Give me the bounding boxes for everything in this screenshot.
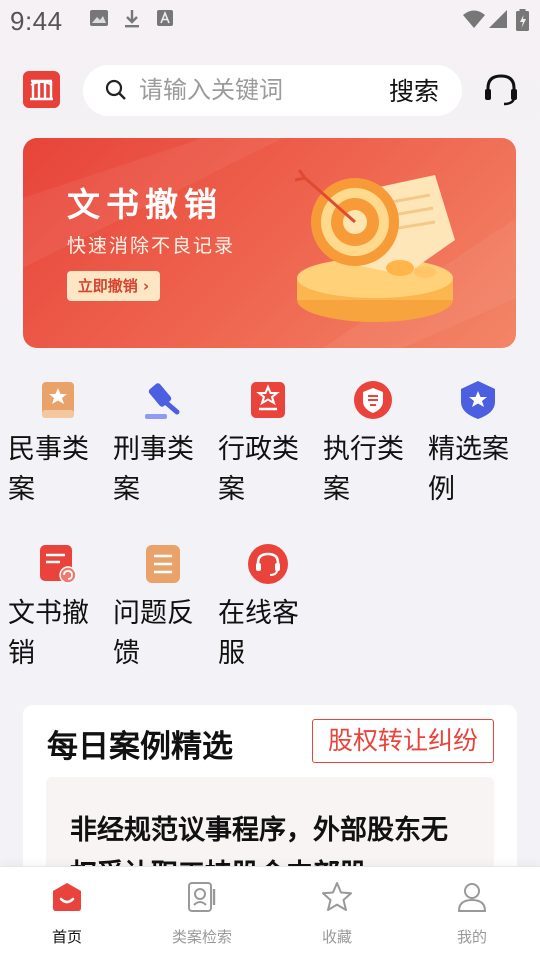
category-label: 文书撤销	[8, 598, 89, 669]
category-label: 执行类案	[323, 434, 404, 505]
category-label: 精选案例	[428, 434, 509, 505]
daily-cases-title: 每日案例精选	[47, 729, 233, 765]
category-label: 刑事类案	[113, 434, 194, 505]
bottom-navigation: 首页 类案检索 收藏 我的	[0, 866, 540, 960]
law-shield-icon	[354, 381, 392, 419]
gavel-icon	[145, 383, 180, 419]
document-revoke-icon	[40, 545, 77, 584]
search-input[interactable]	[139, 73, 369, 107]
headset-icon	[248, 544, 288, 584]
customer-service-icon[interactable]	[482, 71, 520, 109]
search-icon	[105, 79, 126, 100]
star-icon	[322, 882, 352, 911]
banner-title: 文书撤销	[67, 185, 223, 224]
category-label: 行政类案	[218, 434, 299, 505]
banner-subtitle: 快速消除不良记录	[67, 235, 236, 257]
download-notification-icon	[125, 10, 139, 28]
nav-home-label: 首页	[51, 928, 82, 946]
case-type-tag[interactable]: 股权转让纠纷	[312, 719, 494, 763]
app-logo	[23, 71, 60, 108]
app-notification-icon	[157, 10, 173, 26]
category-label: 在线客服	[218, 598, 299, 669]
user-icon	[457, 883, 487, 912]
gallery-notification-icon	[90, 10, 108, 26]
battery-icon	[516, 9, 529, 31]
feedback-list-icon	[146, 545, 180, 583]
star-shield-icon	[461, 381, 495, 419]
case-search-icon	[188, 882, 216, 912]
target-illustration-icon	[294, 169, 455, 322]
status-time: 9:44	[10, 6, 63, 36]
wifi-icon	[463, 10, 485, 28]
signal-icon	[489, 10, 507, 28]
status-bar: 9:44	[0, 0, 540, 44]
civil-book-icon	[42, 382, 74, 418]
promo-banner[interactable]: 文书撤销 快速消除不良记录 立即撤销 ›	[23, 138, 516, 348]
nav-mine[interactable]: 我的	[412, 867, 532, 960]
category-label: 问题反馈	[113, 598, 194, 669]
nav-favorites[interactable]: 收藏	[277, 867, 397, 960]
revoke-now-button[interactable]: 立即撤销 ›	[67, 271, 160, 301]
admin-badge-icon	[251, 382, 285, 418]
home-icon	[53, 883, 81, 911]
nav-case-search-label: 类案检索	[171, 928, 232, 946]
category-label: 民事类案	[8, 434, 89, 505]
nav-favorites-label: 收藏	[321, 928, 352, 946]
app-logo-icon	[30, 79, 53, 101]
nav-mine-label: 我的	[456, 928, 487, 946]
nav-home[interactable]: 首页	[7, 867, 127, 960]
search-bar: 搜索	[83, 65, 462, 116]
search-button[interactable]: 搜索	[383, 71, 445, 109]
nav-case-search[interactable]: 类案检索	[142, 867, 262, 960]
